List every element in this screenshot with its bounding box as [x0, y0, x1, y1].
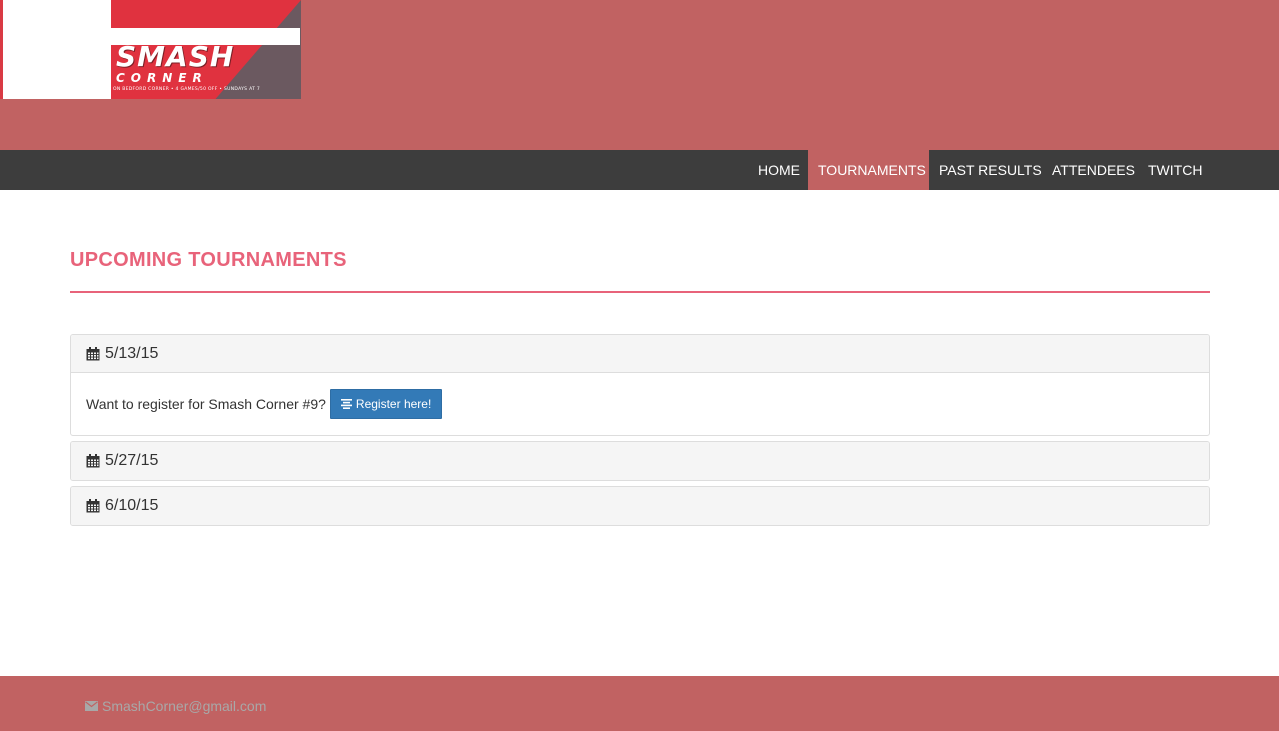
tournament-panel-heading[interactable]: 6/10/15 — [71, 487, 1209, 525]
tournament-panel-body: Want to register for Smash Corner #9? Re… — [71, 373, 1209, 435]
register-prompt: Want to register for Smash Corner #9? — [86, 396, 326, 412]
register-button-label: Register here! — [355, 397, 432, 411]
envelope-icon — [85, 701, 98, 711]
smash-corner-logo[interactable]: SMASH CORNER ON BEDFORD CORNER • 4 GAMES… — [0, 0, 301, 99]
logo-title: SMASH — [116, 40, 235, 73]
site-footer: SmashCorner@gmail.com — [0, 676, 1279, 731]
logo-white-block — [0, 0, 111, 99]
calendar-icon — [86, 454, 100, 468]
nav-past-results[interactable]: PAST RESULTS — [929, 150, 1052, 190]
nav-home[interactable]: HOME — [748, 150, 810, 190]
tournament-date: 6/10/15 — [105, 497, 159, 514]
calendar-icon — [86, 499, 100, 513]
tournament-panel: 5/13/15 Want to register for Smash Corne… — [70, 334, 1210, 436]
main-navbar: HOME TOURNAMENTS PAST RESULTS ATTENDEES … — [0, 150, 1279, 190]
tournament-panel: 6/10/15 — [70, 486, 1210, 526]
tournament-date: 5/13/15 — [105, 344, 159, 362]
title-divider — [70, 291, 1210, 293]
site-header: SMASH CORNER ON BEDFORD CORNER • 4 GAMES… — [0, 0, 1279, 150]
nav-twitch[interactable]: TWITCH — [1138, 150, 1212, 190]
footer-email-link[interactable]: SmashCorner@gmail.com — [85, 698, 266, 714]
logo-tagline: ON BEDFORD CORNER • 4 GAMES/50 OFF • SUN… — [113, 87, 261, 92]
list-icon — [340, 399, 352, 409]
page-title: UPCOMING TOURNAMENTS — [70, 249, 347, 271]
nav-attendees[interactable]: ATTENDEES — [1042, 150, 1145, 190]
footer-email: SmashCorner@gmail.com — [102, 698, 267, 714]
nav-tournaments[interactable]: TOURNAMENTS — [808, 150, 929, 190]
tournament-date: 5/27/15 — [105, 452, 159, 469]
tournament-panel-heading[interactable]: 5/27/15 — [71, 442, 1209, 480]
tournament-panel: 5/27/15 — [70, 441, 1210, 481]
logo-red-edge — [0, 0, 3, 99]
calendar-icon — [86, 346, 100, 360]
logo-subtitle: CORNER — [116, 71, 208, 85]
tournament-panel-heading[interactable]: 5/13/15 — [71, 335, 1209, 373]
register-button[interactable]: Register here! — [329, 389, 443, 419]
